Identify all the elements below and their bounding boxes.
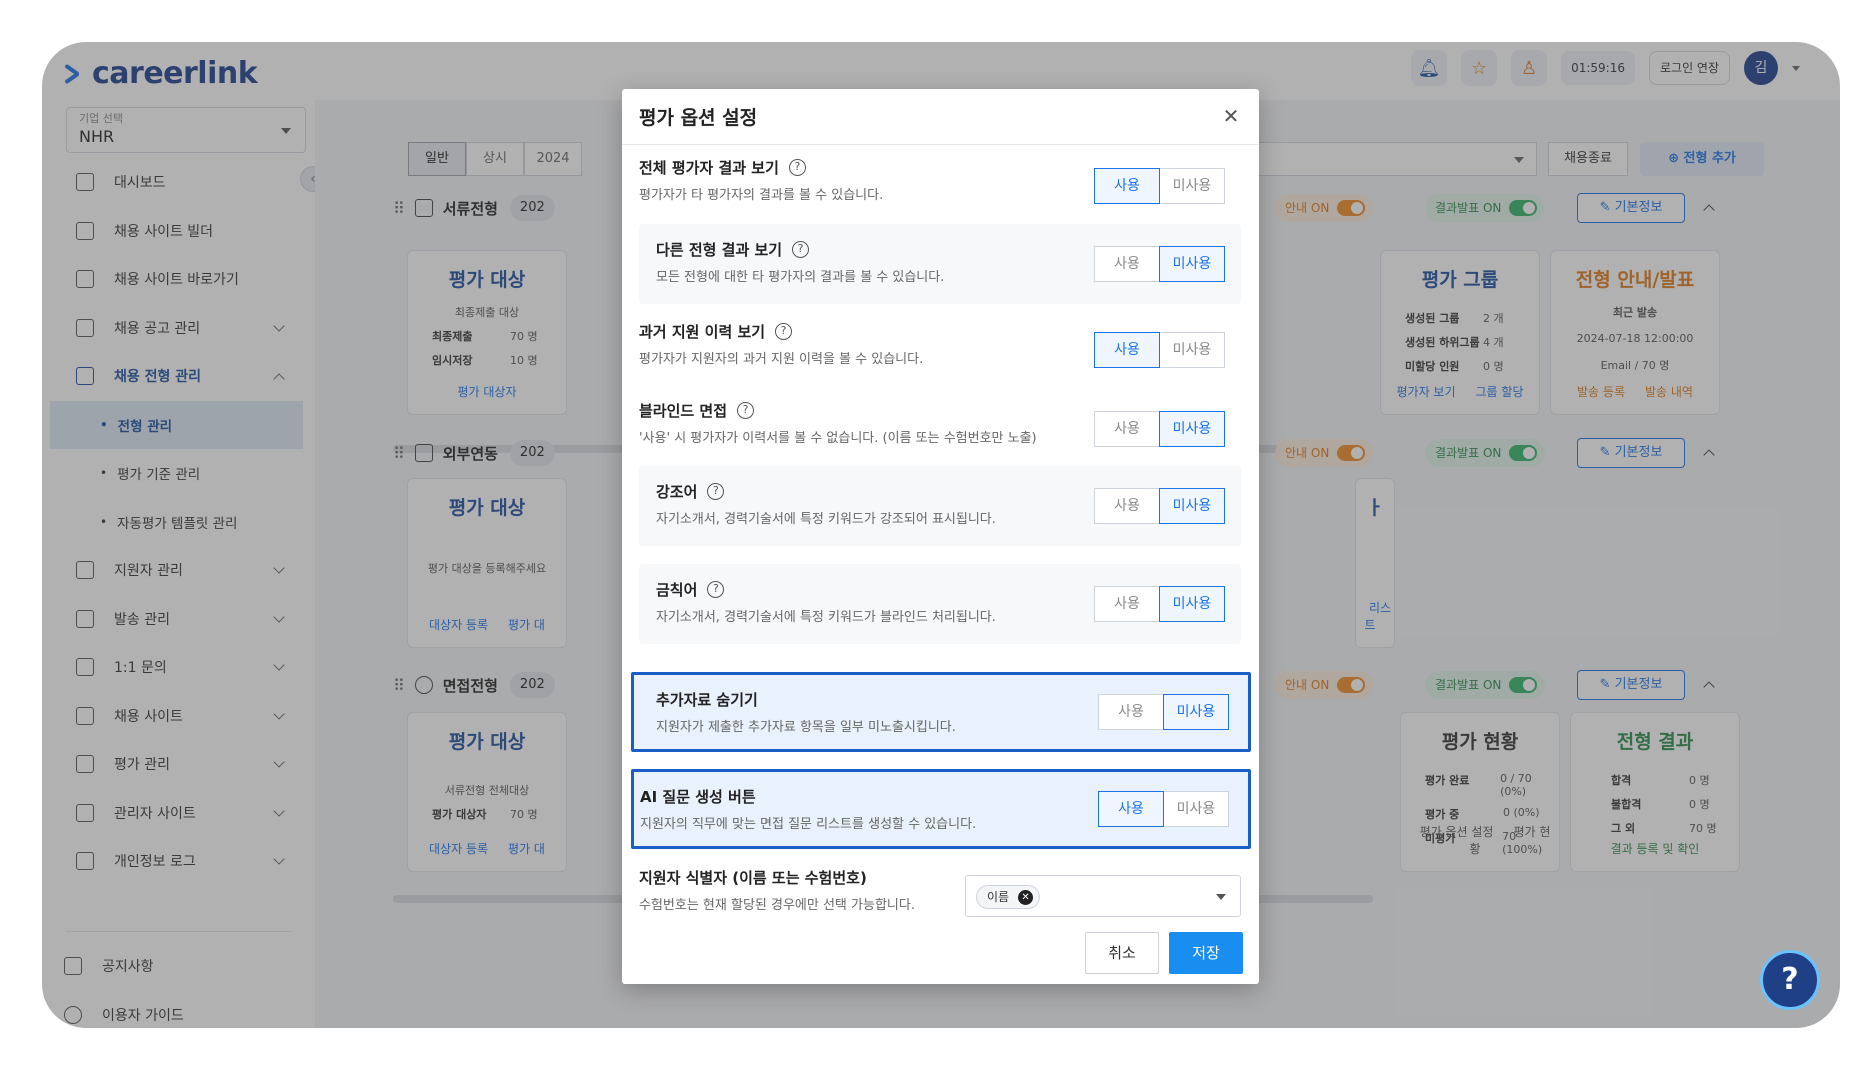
option-applicant-identifier: 지원자 식별자 (이름 또는 수험번호) 수험번호는 현재 할당된 경우에만 선… <box>639 867 1241 925</box>
not-use-button[interactable]: 미사용 <box>1159 488 1225 524</box>
help-fab-button[interactable]: ? <box>1760 950 1820 1010</box>
option-ai-question-button: AI 질문 생성 버튼 지원자의 직무에 맞는 면접 질문 리스트를 생성할 수… <box>631 769 1251 849</box>
help-icon[interactable]: ? <box>788 159 806 176</box>
remove-chip-icon[interactable]: ✕ <box>1018 890 1034 905</box>
modal-header: 평가 옵션 설정 <box>622 89 1259 145</box>
chevron-down-icon <box>1216 894 1226 900</box>
not-use-button[interactable]: 미사용 <box>1159 168 1225 204</box>
option-all-evaluator-results: 전체 평가자 결과 보기? 평가자가 타 평가자의 결과를 볼 수 있습니다. … <box>639 157 1241 215</box>
help-icon[interactable]: ? <box>737 402 755 419</box>
use-button[interactable]: 사용 <box>1094 332 1160 368</box>
option-segment: 사용 미사용 <box>1094 246 1225 282</box>
option-segment: 사용 미사용 <box>1094 411 1225 447</box>
option-segment: 사용 미사용 <box>1098 694 1229 730</box>
option-past-history: 과거 지원 이력 보기? 평가자가 지원자의 과거 지원 이력을 볼 수 있습니… <box>639 321 1241 379</box>
option-blind-interview: 블라인드 면접? '사용' 시 평가자가 이력서를 볼 수 없습니다. (이름 … <box>639 400 1241 458</box>
cancel-button[interactable]: 취소 <box>1085 932 1159 974</box>
modal-title: 평가 옵션 설정 <box>639 107 758 129</box>
option-segment: 사용 미사용 <box>1094 488 1225 524</box>
help-icon[interactable]: ? <box>707 483 725 500</box>
option-segment: 사용 미사용 <box>1098 791 1229 827</box>
help-icon[interactable]: ? <box>792 241 810 258</box>
use-button[interactable]: 사용 <box>1094 488 1160 524</box>
option-segment: 사용 미사용 <box>1094 586 1225 622</box>
option-forbidden-words: 금칙어? 자기소개서, 경력기술서에 특정 키워드가 블라인드 처리됩니다. 사… <box>639 564 1241 644</box>
not-use-button[interactable]: 미사용 <box>1159 246 1225 282</box>
not-use-button[interactable]: 미사용 <box>1163 791 1229 827</box>
save-button[interactable]: 저장 <box>1169 932 1243 974</box>
not-use-button[interactable]: 미사용 <box>1159 586 1225 622</box>
option-hide-attachments: 추가자료 숨기기 지원자가 제출한 추가자료 항목을 일부 미노출시킵니다. 사… <box>631 672 1251 752</box>
use-button[interactable]: 사용 <box>1098 791 1164 827</box>
not-use-button[interactable]: 미사용 <box>1159 332 1225 368</box>
use-button[interactable]: 사용 <box>1098 694 1164 730</box>
use-button[interactable]: 사용 <box>1094 411 1160 447</box>
use-button[interactable]: 사용 <box>1094 168 1160 204</box>
option-highlight-words: 강조어? 자기소개서, 경력기술서에 특정 키워드가 강조되어 표시됩니다. 사… <box>639 466 1241 546</box>
help-icon[interactable]: ? <box>775 323 793 340</box>
eval-options-modal: 평가 옵션 설정 ✕ 전체 평가자 결과 보기? 평가자가 타 평가자의 결과를… <box>622 89 1259 984</box>
use-button[interactable]: 사용 <box>1094 246 1160 282</box>
option-segment: 사용 미사용 <box>1094 168 1225 204</box>
option-other-stage-results: 다른 전형 결과 보기? 모든 전형에 대한 타 평가자의 결과를 볼 수 있습… <box>639 224 1241 304</box>
identifier-select[interactable]: 이름 ✕ <box>965 875 1241 917</box>
identifier-chip: 이름 ✕ <box>976 885 1041 909</box>
not-use-button[interactable]: 미사용 <box>1163 694 1229 730</box>
option-segment: 사용 미사용 <box>1094 332 1225 368</box>
modal-footer: 취소 저장 <box>1085 932 1243 974</box>
use-button[interactable]: 사용 <box>1094 586 1160 622</box>
help-icon[interactable]: ? <box>707 581 725 598</box>
not-use-button[interactable]: 미사용 <box>1159 411 1225 447</box>
close-icon[interactable]: ✕ <box>1219 104 1243 128</box>
